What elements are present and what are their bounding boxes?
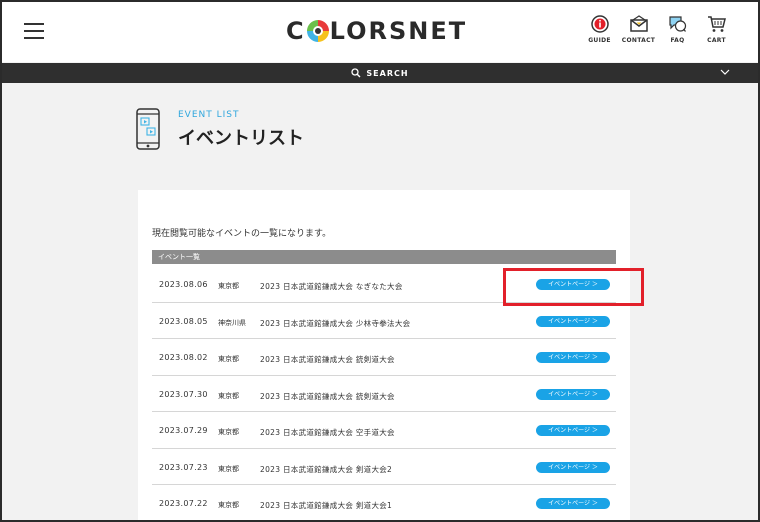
search-icon <box>351 68 361 78</box>
event-date: 2023.07.23 <box>159 462 208 472</box>
event-row: 2023.07.22 東京都 2023 日本武道館鎌成大会 剣道大会1 イベント… <box>152 485 616 520</box>
nav-guide-label: GUIDE <box>588 37 611 44</box>
event-prefecture: 東京都 <box>218 355 239 363</box>
event-name: 2023 日本武道館鎌成大会 銃剣道大会 <box>260 355 395 364</box>
event-prefecture: 東京都 <box>218 391 239 400</box>
faq-chat-icon <box>668 16 686 32</box>
event-name: 2023 日本武道館鎌成大会 剣道大会1 <box>260 501 393 510</box>
event-name: 2023 日本武道館鎌成大会 空手道大会 <box>260 428 395 437</box>
event-name: 2023 日本武道館鎌成大会 銃剣道大会 <box>260 391 395 401</box>
nav-faq[interactable]: FAQ <box>658 14 697 44</box>
event-date: 2023.08.05 <box>159 316 208 326</box>
smartphone-video-icon <box>136 108 160 150</box>
site-header: C LORSNET GUIDE CONTACT FAQ CART <box>2 2 758 62</box>
event-row: 2023.08.02 東京都 2023 日本武道館鎌成大会 銃剣道大会 イベント… <box>152 339 616 376</box>
event-date: 2023.07.29 <box>159 426 208 435</box>
page-eyebrow: EVENT LIST <box>178 110 240 120</box>
event-prefecture: 東京都 <box>218 501 239 509</box>
info-icon <box>590 15 609 33</box>
nav-contact-label: CONTACT <box>621 37 656 44</box>
intro-text: 現在閲覧可能なイベントの一覧になります。 <box>152 229 332 239</box>
search-label: SEARCH <box>366 68 409 78</box>
event-prefecture: 東京都 <box>218 428 239 436</box>
event-page-button[interactable]: イベントページ ＞ <box>536 315 610 327</box>
logo-ring-icon <box>306 20 329 42</box>
search-bar[interactable]: SEARCH <box>2 63 758 83</box>
event-row: 2023.07.23 東京都 2023 日本武道館鎌成大会 剣道大会2 イベント… <box>152 449 616 485</box>
event-prefecture: 東京都 <box>218 464 239 473</box>
nav-cart-label: CART <box>707 37 726 44</box>
event-page-button[interactable]: イベントページ ＞ <box>536 461 610 473</box>
event-row: 2023.07.29 東京都 2023 日本武道館鎌成大会 空手道大会 イベント… <box>152 412 616 449</box>
event-name: 2023 日本武道館鎌成大会 剣道大会2 <box>260 464 393 474</box>
event-page-button[interactable]: イベントページ ＞ <box>536 279 610 290</box>
event-list: 2023.08.06 東京都 2023 日本武道館鎌成大会 なぎなた大会 イベン… <box>152 266 616 520</box>
event-date: 2023.08.06 <box>159 280 208 289</box>
nav-cart[interactable]: CART <box>697 14 736 44</box>
browser-frame: C LORSNET GUIDE CONTACT FAQ CART SEARCH … <box>0 0 760 522</box>
event-name: 2023 日本武道館鎌成大会 なぎなた大会 <box>260 282 403 291</box>
event-date: 2023.07.22 <box>159 499 208 508</box>
hamburger-menu-icon[interactable] <box>24 23 44 39</box>
mail-icon <box>629 15 648 32</box>
colorsnet-logo[interactable]: C LORSNET <box>286 16 467 46</box>
event-prefecture: 東京都 <box>218 282 239 290</box>
nav-contact[interactable]: CONTACT <box>619 14 658 44</box>
event-page-button[interactable]: イベントページ ＞ <box>536 498 610 509</box>
logo-text-right: LORSNET <box>329 17 468 45</box>
event-page-button[interactable]: イベントページ ＞ <box>536 388 610 400</box>
logo-text-left: C <box>286 17 306 45</box>
header-nav: GUIDE CONTACT FAQ CART <box>580 14 736 44</box>
event-name: 2023 日本武道館鎌成大会 少林寺拳法大会 <box>260 318 411 328</box>
chevron-down-icon[interactable] <box>720 67 730 77</box>
event-page-button[interactable]: イベントページ ＞ <box>536 425 610 436</box>
event-row: 2023.07.30 東京都 2023 日本武道館鎌成大会 銃剣道大会 イベント… <box>152 376 616 412</box>
page-title: イベントリスト <box>178 128 304 149</box>
nav-faq-label: FAQ <box>670 37 685 44</box>
event-page-button[interactable]: イベントページ ＞ <box>536 352 610 363</box>
event-row: 2023.08.06 東京都 2023 日本武道館鎌成大会 なぎなた大会 イベン… <box>152 266 616 303</box>
event-list-panel: 現在閲覧可能なイベントの一覧になります。 イベント一覧 2023.08.06 東… <box>138 190 630 520</box>
event-list-header: イベント一覧 <box>152 250 616 264</box>
event-date: 2023.07.30 <box>159 389 208 399</box>
event-date: 2023.08.02 <box>159 353 208 362</box>
event-row: 2023.08.05 神奈川県 2023 日本武道館鎌成大会 少林寺拳法大会 イ… <box>152 303 616 339</box>
event-prefecture: 神奈川県 <box>218 318 246 327</box>
cart-icon <box>707 16 726 32</box>
nav-guide[interactable]: GUIDE <box>580 14 619 44</box>
